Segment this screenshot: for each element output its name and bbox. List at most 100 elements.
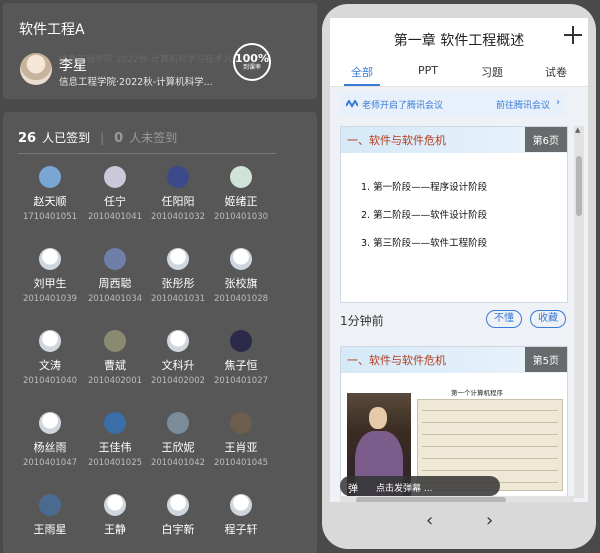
student-name: 王静 <box>104 523 126 536</box>
student-card[interactable]: 程子轩 <box>209 494 273 537</box>
student-id: 2010401034 <box>87 294 143 304</box>
student-name: 周西聪 <box>98 277 132 290</box>
student-id: 2010401047 <box>22 458 78 468</box>
student-avatar <box>39 248 61 270</box>
danmaku-placeholder: 点击发弹幕 ... <box>376 484 433 494</box>
horizontal-scrollbar[interactable] <box>340 496 574 502</box>
student-name: 张彤彤 <box>161 277 195 290</box>
tencent-meeting-banner[interactable]: 老师开启了腾讯会议 前往腾讯会议 › <box>340 92 566 116</box>
page-badge: 第6页 <box>524 127 567 152</box>
active-tab-indicator <box>344 84 380 86</box>
teacher-department: 信息工程学院·2022秋-计算机科学... <box>59 77 213 88</box>
course-ghost-text: 信息工程学院 2022秋-计算机科学与技术2002班 <box>59 55 255 65</box>
student-card[interactable]: 刘甲生 2010401039 <box>18 248 82 304</box>
student-name: 文科升 <box>161 359 195 372</box>
tab-exercises[interactable]: 习题 <box>460 64 524 80</box>
content-tabs: 全部 PPT 习题 试卷 <box>330 58 588 87</box>
attendance-rate-badge: 100% 到课率 <box>233 43 271 81</box>
student-avatar <box>230 248 252 270</box>
student-card[interactable]: 王欣妮 2010401042 <box>146 412 210 468</box>
student-card[interactable]: 王雨星 <box>18 494 82 537</box>
student-avatar <box>167 248 189 270</box>
student-card[interactable]: 白宇新 <box>146 494 210 537</box>
student-id: 2010401041 <box>87 212 143 222</box>
student-avatar <box>39 330 61 352</box>
student-avatar <box>167 412 189 434</box>
chapter-header: 第一章 软件工程概述 <box>330 18 588 58</box>
next-page-button[interactable]: › <box>486 510 493 531</box>
danmaku-icon: 弹 <box>348 484 358 495</box>
student-name: 文涛 <box>39 359 61 372</box>
student-name: 王佳伟 <box>98 441 132 454</box>
plus-icon[interactable] <box>564 26 582 44</box>
tab-exams[interactable]: 试卷 <box>524 64 588 80</box>
student-avatar <box>167 166 189 188</box>
student-card[interactable]: 王静 <box>83 494 147 537</box>
summary-divider <box>18 153 276 154</box>
student-name: 刘甲生 <box>33 277 67 290</box>
table-title: 第一个计算机程序 <box>451 389 503 397</box>
student-id: 2010401039 <box>22 294 78 304</box>
scrollbar-thumb[interactable] <box>576 156 582 216</box>
attendance-rate-value: 100% <box>235 51 269 65</box>
slide-card-6[interactable]: 一、软件与软件危机 第6页 1. 第一阶段——程序设计阶段 2. 第二阶段——软… <box>340 126 568 303</box>
student-card[interactable]: 杨丝雨 2010401047 <box>18 412 82 468</box>
student-name: 张校旗 <box>224 277 258 290</box>
vertical-scrollbar[interactable]: ▲ <box>574 126 584 498</box>
student-card[interactable]: 文涛 2010401040 <box>18 330 82 386</box>
student-avatar <box>104 412 126 434</box>
scrollbar-thumb[interactable] <box>356 497 506 502</box>
chapter-title: 第一章 软件工程概述 <box>393 33 525 49</box>
student-card[interactable]: 文科升 2010402002 <box>146 330 210 386</box>
student-id: 2010401031 <box>150 294 206 304</box>
student-card[interactable]: 周西聪 2010401034 <box>83 248 147 304</box>
student-name: 赵天顺 <box>33 195 67 208</box>
tab-all[interactable]: 全部 <box>330 64 394 80</box>
student-card[interactable]: 曹斌 2010402001 <box>83 330 147 386</box>
attendance-card: 26 人已签到 | 0 人未签到 赵天顺 1710401051 任宁 2010401041 任阳… <box>3 112 317 553</box>
student-card[interactable]: 任阳阳 2010401032 <box>146 166 210 222</box>
course-title: 软件工程A <box>19 22 85 38</box>
chevron-right-icon: › <box>556 97 560 108</box>
student-id: 2010401042 <box>150 458 206 468</box>
student-avatar <box>39 494 61 516</box>
student-card[interactable]: 张校旗 2010401028 <box>209 248 273 304</box>
student-id: 2010401027 <box>213 376 269 386</box>
student-avatar <box>230 412 252 434</box>
student-name: 姬绪正 <box>224 195 258 208</box>
teacher-name: 李星 <box>59 58 87 74</box>
student-id: 1710401051 <box>22 212 78 222</box>
student-card[interactable]: 焦子恒 2010401027 <box>209 330 273 386</box>
student-card[interactable]: 赵天顺 1710401051 <box>18 166 82 222</box>
phone-screen: 第一章 软件工程概述 全部 PPT 习题 试卷 老师开启了腾讯会议 前往腾讯会议… <box>330 18 588 502</box>
student-card[interactable]: 王肖亚 2010401045 <box>209 412 273 468</box>
slide-bullet: 3. 第三阶段——软件工程阶段 <box>361 238 488 249</box>
unsigned-count: 0 <box>114 131 124 146</box>
tab-ppt[interactable]: PPT <box>396 64 460 77</box>
slide-bullet: 1. 第一阶段——程序设计阶段 <box>361 182 488 193</box>
go-to-meeting-link[interactable]: 前往腾讯会议 <box>496 98 550 111</box>
student-id: 2010401030 <box>213 212 269 222</box>
prev-page-button[interactable]: ‹ <box>426 510 433 531</box>
student-id: 2010401032 <box>150 212 206 222</box>
student-card[interactable]: 张彤彤 2010401031 <box>146 248 210 304</box>
student-id: 2010401028 <box>213 294 269 304</box>
meeting-notice-text: 老师开启了腾讯会议 <box>362 101 444 111</box>
student-name: 白宇新 <box>161 523 195 536</box>
unclear-button[interactable]: 不懂 <box>486 310 522 328</box>
slide-bullet-list: 1. 第一阶段——程序设计阶段 2. 第二阶段——软件设计阶段 3. 第三阶段—… <box>361 179 487 263</box>
student-name: 焦子恒 <box>224 359 258 372</box>
signed-count: 26 <box>18 131 37 146</box>
student-card[interactable]: 姬绪正 2010401030 <box>209 166 273 222</box>
scroll-up-icon[interactable]: ▲ <box>575 126 580 134</box>
student-card[interactable]: 王佳伟 2010401025 <box>83 412 147 468</box>
slide-heading: 一、软件与软件危机 <box>347 134 446 147</box>
student-avatar <box>230 330 252 352</box>
tencent-meeting-icon <box>346 100 358 108</box>
student-name: 王欣妮 <box>161 441 195 454</box>
danmaku-input[interactable]: 弹 点击发弹幕 ... <box>340 476 500 496</box>
student-name: 曹斌 <box>104 359 126 372</box>
collect-button[interactable]: 收藏 <box>530 310 566 328</box>
student-name: 王雨星 <box>33 523 67 536</box>
student-card[interactable]: 任宁 2010401041 <box>83 166 147 222</box>
